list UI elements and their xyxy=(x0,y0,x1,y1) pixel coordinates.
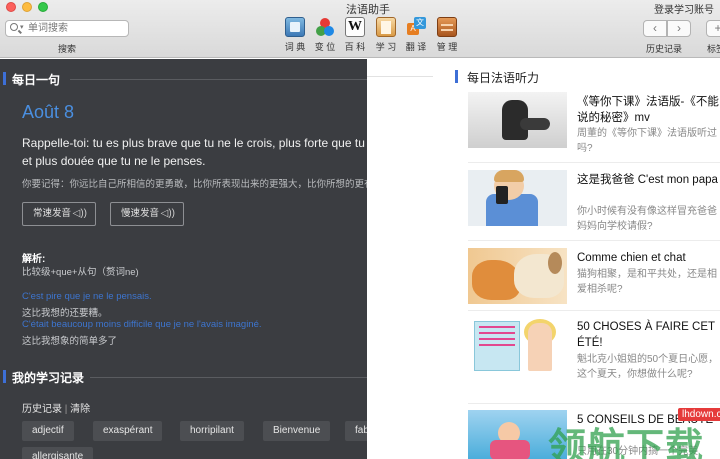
toolbar-study-button[interactable]: 学 习 xyxy=(371,17,401,53)
example-1-chinese: 这比我想的还要糟。 xyxy=(22,308,108,319)
daily-listening-title: 每日法语听力 xyxy=(467,71,540,85)
dictionary-icon xyxy=(285,17,305,37)
daily-date: Août 8 xyxy=(22,102,75,122)
daily-sentence-pane: 每日一句 Août 8 Rappelle-toi: tu es plus bra… xyxy=(0,59,367,459)
example-1-french: C'est pire que je ne le pensais. xyxy=(22,291,152,302)
speaker-icon: ◁)) xyxy=(160,208,175,219)
add-bookmark-button[interactable]: + xyxy=(706,20,720,37)
history-tag[interactable]: adjectif xyxy=(22,421,74,441)
listening-thumbnail xyxy=(468,317,567,377)
watermark-logo: 领航下载 xyxy=(548,425,705,459)
minimize-window-button[interactable] xyxy=(22,2,32,12)
history-forward-button[interactable]: › xyxy=(667,20,691,37)
login-link[interactable]: 登录学习账号 xyxy=(654,1,714,16)
item-divider xyxy=(468,240,720,241)
example-2-chinese: 这比我想象的简单多了 xyxy=(22,336,118,347)
toolbar-conjugation-label: 变 位 xyxy=(314,42,336,52)
toolbar-dictionary-label: 词 典 xyxy=(284,42,306,52)
study-records-title: 我的学习记录 xyxy=(12,371,85,385)
history-row: 历史记录 | 清除 xyxy=(22,400,90,415)
listening-thumbnail xyxy=(468,248,567,304)
listening-item-title: Comme chien et chat xyxy=(577,252,686,264)
daily-quote-translation: 你要记得：你远比自己所相信的更勇敢，比你所表现出来的更强大，比你所想的更有天赋。 xyxy=(22,179,367,190)
item-divider xyxy=(468,403,720,404)
item-divider xyxy=(468,162,720,163)
slow-speed-label: 慢速发音 xyxy=(121,208,160,219)
history-tag[interactable]: fable xyxy=(345,421,367,441)
listening-item-title: 50 CHOSES À FAIRE CET ÉTÉ! xyxy=(577,321,715,349)
listening-item[interactable]: 《等你下课》法语版-《不能说的秘密》mv 周董的《等你下课》法语版听过吗? xyxy=(468,92,720,163)
translate-icon: A 文 xyxy=(406,17,426,37)
search-label: 搜索 xyxy=(57,44,76,54)
daily-listening-header: 每日法语听力 xyxy=(455,68,720,88)
section-divider xyxy=(367,76,433,77)
manage-icon xyxy=(437,17,457,37)
toolbar-translate-label: 翻 译 xyxy=(405,42,427,52)
clear-history-link[interactable]: 清除 xyxy=(70,404,90,415)
section-divider xyxy=(70,79,367,80)
section-divider xyxy=(90,377,367,378)
translate-icon-b: 文 xyxy=(414,17,426,29)
item-divider xyxy=(468,310,720,311)
wikipedia-icon: W xyxy=(345,17,365,37)
section-marker xyxy=(455,70,458,83)
toolbar-wiki-label: 百 科 xyxy=(344,42,366,52)
example-2-french: C'était beaucoup moins difficile que je … xyxy=(22,319,262,330)
listening-item[interactable]: Comme chien et chat 猫狗相聚，是和平共处，还是相爱相杀呢? xyxy=(468,248,720,311)
toolbar-study-label: 学 习 xyxy=(375,42,397,52)
listening-item-desc: 你小时候有没有像这样冒充爸爸妈妈向学校请假? xyxy=(577,206,717,232)
window-toolbar: 法语助手 登录学习账号 ▾ 搜索 词 典 变 位 W 百 科 学 习 A 文 翻… xyxy=(0,0,720,58)
analysis-rule: 比较级+que+从句（赘词ne) xyxy=(22,267,139,278)
chevron-down-icon[interactable]: ▾ xyxy=(20,23,24,31)
zoom-window-button[interactable] xyxy=(38,2,48,12)
history-separator: | xyxy=(64,404,68,415)
conjugation-icon xyxy=(315,17,335,37)
listening-item-title: 这是我爸爸 C'est mon papa ! xyxy=(577,174,720,186)
toolbar-translate-button[interactable]: A 文 翻 译 xyxy=(401,17,431,53)
daily-sentence-title: 每日一句 xyxy=(12,73,61,87)
search-icon xyxy=(10,23,18,31)
window-title: 法语助手 xyxy=(346,4,390,16)
toolbar-dictionary-button[interactable]: 词 典 xyxy=(280,17,310,53)
speaker-icon: ◁)) xyxy=(72,208,87,219)
section-marker xyxy=(3,72,6,85)
listening-item-desc: 猫狗相聚，是和平共处，还是相爱相杀呢? xyxy=(577,269,717,295)
daily-quote: Rappelle-toi: tu es plus brave que tu ne… xyxy=(22,136,367,168)
listening-thumbnail xyxy=(468,170,567,226)
bookmark-label: 标签 xyxy=(707,44,720,54)
listening-item-title: 《等你下课》法语版-《不能说的秘密》mv xyxy=(577,96,719,124)
listening-item[interactable]: 这是我爸爸 C'est mon papa ! 你小时候有没有像这样冒充爸爸妈妈向… xyxy=(468,170,720,241)
toolbar-wiki-button[interactable]: W 百 科 xyxy=(340,17,370,53)
history-tag[interactable]: Bienvenue xyxy=(263,421,331,441)
normal-speed-label: 常速发音 xyxy=(33,208,72,219)
watermark-url: lhdown.com xyxy=(678,408,720,421)
study-icon xyxy=(376,17,396,37)
study-records-header: 我的学习记录 xyxy=(0,367,367,387)
listening-thumbnail xyxy=(468,92,567,148)
history-back-button[interactable]: ‹ xyxy=(643,20,667,37)
analysis-title: 解析: xyxy=(22,254,46,265)
history-tag[interactable]: allergisante xyxy=(22,447,94,459)
search-input[interactable] xyxy=(28,22,126,35)
close-window-button[interactable] xyxy=(6,2,16,12)
listening-item-desc: 魁北克小姐姐的50个夏日心愿，这个夏天，你想做什么呢? xyxy=(577,354,719,380)
history-label: 历史记录 xyxy=(646,44,683,54)
history-tag[interactable]: horripilant xyxy=(180,421,244,441)
toolbar-manage-button[interactable]: 管 理 xyxy=(432,17,462,53)
search-box[interactable]: ▾ xyxy=(5,20,129,37)
listening-item[interactable]: 50 CHOSES À FAIRE CET ÉTÉ! 魁北克小姐姐的50个夏日心… xyxy=(468,317,720,404)
history-tag[interactable]: exaspérant xyxy=(93,421,163,441)
toolbar-conjugation-button[interactable]: 变 位 xyxy=(310,17,340,53)
toolbar-manage-label: 管 理 xyxy=(436,42,458,52)
slow-speed-audio-button[interactable]: 慢速发音 ◁)) xyxy=(110,202,184,226)
daily-sentence-header: 每日一句 xyxy=(0,69,367,89)
section-marker xyxy=(3,370,6,383)
normal-speed-audio-button[interactable]: 常速发音 ◁)) xyxy=(22,202,96,226)
listening-item-desc: 周董的《等你下课》法语版听过吗? xyxy=(577,128,717,154)
history-link[interactable]: 历史记录 xyxy=(22,404,62,415)
